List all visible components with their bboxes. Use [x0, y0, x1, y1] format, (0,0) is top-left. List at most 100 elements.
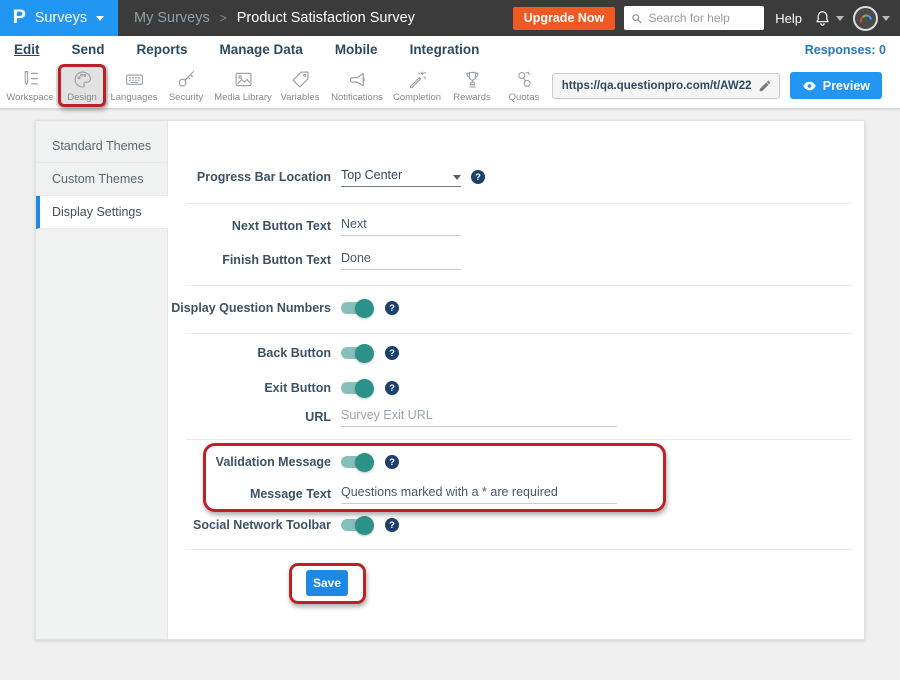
toolbar-item-label: Rewards: [453, 92, 491, 103]
toolbar-item-label: Notifications: [331, 92, 383, 103]
toolbar-item-variables[interactable]: Variables: [274, 65, 326, 107]
help-search[interactable]: [624, 6, 764, 30]
social-network-toolbar-row: Social Network Toolbar ?: [168, 512, 844, 538]
security-icon: [176, 69, 197, 90]
notifications-icon: [347, 69, 368, 90]
toolbar-item-label: Design: [67, 92, 97, 103]
preview-button[interactable]: Preview: [790, 72, 882, 99]
survey-url-value: https://qa.questionpro.com/t/AW22Zcq2J: [553, 80, 751, 92]
divider: [186, 333, 852, 334]
breadcrumb-separator: >: [220, 11, 227, 25]
exit-button-toggle[interactable]: [341, 382, 371, 394]
toolbar-item-languages[interactable]: Languages: [108, 65, 160, 107]
quotas-icon: [514, 69, 535, 90]
sidebar-item-standard-themes[interactable]: Standard Themes: [36, 130, 167, 163]
design-side-nav: Standard Themes Custom Themes Display Se…: [36, 121, 168, 639]
social-network-toolbar-toggle[interactable]: [341, 519, 371, 531]
design-settings-card: Standard Themes Custom Themes Display Se…: [35, 120, 865, 640]
message-text-label: Message Text: [168, 487, 331, 501]
back-button-row: Back Button ?: [168, 340, 844, 366]
questionpro-logo-icon: P: [13, 7, 26, 29]
notifications-bell-button[interactable]: [813, 9, 844, 28]
chevron-down-icon: [882, 16, 890, 21]
survey-nav-tabs: Edit Send Reports Manage Data Mobile Int…: [0, 36, 900, 63]
media-library-icon: [233, 69, 254, 90]
pencil-icon: [758, 79, 772, 93]
exit-url-label: URL: [168, 410, 331, 424]
sidebar-item-display-settings[interactable]: Display Settings: [36, 196, 168, 229]
avatar: [853, 6, 878, 31]
design-icon: [72, 69, 93, 90]
product-switcher[interactable]: P Surveys: [0, 0, 118, 36]
edit-url-button[interactable]: [751, 74, 779, 98]
tab-send[interactable]: Send: [72, 42, 105, 57]
page-title: Product Satisfaction Survey: [237, 10, 415, 26]
progress-bar-location-label: Progress Bar Location: [168, 170, 331, 184]
responses-count[interactable]: Responses: 0: [805, 43, 886, 57]
help-link[interactable]: Help: [775, 11, 802, 26]
tab-reports[interactable]: Reports: [137, 42, 188, 57]
tab-edit[interactable]: Edit: [14, 42, 40, 57]
tab-integration[interactable]: Integration: [410, 42, 480, 57]
display-settings-panel: Progress Bar Location Top Center ? Next …: [168, 121, 864, 639]
toolbar-item-label: Quotas: [509, 92, 540, 103]
divider: [186, 285, 852, 286]
validation-message-toggle[interactable]: [341, 456, 371, 468]
help-icon[interactable]: ?: [385, 455, 399, 469]
breadcrumb-my-surveys[interactable]: My Surveys: [134, 10, 210, 26]
help-icon[interactable]: ?: [471, 170, 485, 184]
display-question-numbers-toggle[interactable]: [341, 302, 371, 314]
product-menu-label: Surveys: [35, 10, 87, 26]
languages-icon: [124, 69, 145, 90]
next-button-text-row: Next Button Text: [168, 211, 844, 241]
search-input[interactable]: [648, 11, 757, 25]
variables-icon: [290, 69, 311, 90]
exit-button-label: Exit Button: [168, 381, 331, 395]
exit-url-input[interactable]: [341, 408, 617, 427]
toolbar-item-rewards[interactable]: Rewards: [446, 65, 498, 107]
finish-button-text-input[interactable]: [341, 251, 461, 270]
toolbar-item-label: Security: [169, 92, 203, 103]
back-button-toggle[interactable]: [341, 347, 371, 359]
toolbar-item-security[interactable]: Security: [160, 65, 212, 107]
progress-bar-location-row: Progress Bar Location Top Center ?: [168, 162, 844, 192]
eye-icon: [802, 80, 817, 92]
tab-mobile[interactable]: Mobile: [335, 42, 378, 57]
upgrade-now-button[interactable]: Upgrade Now: [513, 7, 616, 30]
toolbar-item-design[interactable]: Design: [56, 65, 108, 107]
search-icon: [631, 12, 642, 25]
toolbar-item-label: Completion: [393, 92, 441, 103]
finish-button-text-row: Finish Button Text: [168, 245, 844, 275]
help-icon[interactable]: ?: [385, 381, 399, 395]
divider: [186, 203, 852, 204]
breadcrumb: My Surveys > Product Satisfaction Survey: [134, 10, 415, 26]
save-button[interactable]: Save: [306, 570, 348, 596]
preview-label: Preview: [823, 79, 870, 93]
divider: [186, 549, 852, 550]
account-menu-button[interactable]: [853, 6, 890, 31]
help-icon[interactable]: ?: [385, 518, 399, 532]
next-button-text-input[interactable]: [341, 217, 461, 236]
help-icon[interactable]: ?: [385, 301, 399, 315]
help-icon[interactable]: ?: [385, 346, 399, 360]
display-question-numbers-row: Display Question Numbers ?: [168, 295, 844, 321]
toolbar-item-media-library[interactable]: Media Library: [212, 65, 274, 107]
display-question-numbers-label: Display Question Numbers: [168, 301, 331, 315]
social-network-toolbar-label: Social Network Toolbar: [168, 518, 331, 532]
sidebar-item-custom-themes[interactable]: Custom Themes: [36, 163, 167, 196]
message-text-input[interactable]: [341, 485, 617, 504]
next-button-text-label: Next Button Text: [168, 219, 331, 233]
toolbar-item-quotas[interactable]: Quotas: [498, 65, 550, 107]
rewards-icon: [462, 69, 483, 90]
toolbar-item-notifications[interactable]: Notifications: [326, 65, 388, 107]
chevron-down-icon: [453, 175, 461, 180]
edit-toolbar: Workspace Design Languages Security Medi…: [0, 63, 900, 109]
progress-bar-location-select[interactable]: Top Center: [341, 168, 461, 187]
tab-manage-data[interactable]: Manage Data: [220, 42, 303, 57]
progress-bar-location-value: Top Center: [341, 168, 402, 182]
workspace-icon: [20, 69, 41, 90]
validation-message-row: Validation Message ?: [168, 449, 844, 475]
toolbar-item-workspace[interactable]: Workspace: [4, 65, 56, 107]
toolbar-item-completion[interactable]: Completion: [388, 65, 446, 107]
survey-share-url[interactable]: https://qa.questionpro.com/t/AW22Zcq2J: [552, 73, 780, 99]
